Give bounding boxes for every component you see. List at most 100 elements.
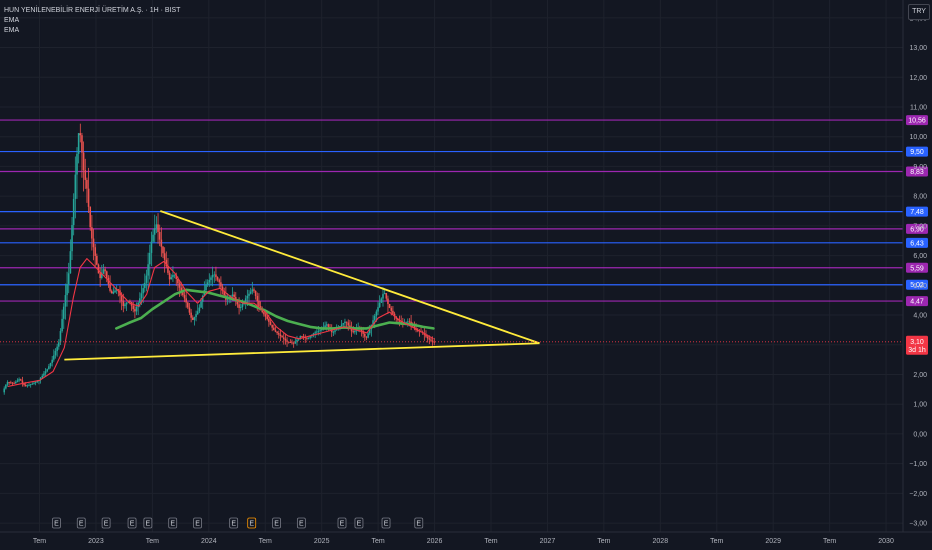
candle-body [89,206,92,228]
currency-button[interactable]: TRY [908,4,930,20]
candle-body [210,277,212,280]
candle-body [173,274,176,276]
price-tick-label: −1,00 [909,461,927,468]
candle-body [233,294,235,298]
candle-body [59,331,62,343]
candle-body [162,246,164,254]
candle-body [53,355,55,360]
earnings-marker-label: E [357,521,362,528]
level-price-label: 10,56 [908,118,926,125]
candle-body [46,369,49,372]
candle-body [5,384,7,389]
time-tick-label: 2029 [765,538,781,545]
ema-legend-1[interactable]: EMA [4,16,180,26]
candle-body [150,241,153,253]
earnings-marker-label: E [274,521,279,528]
earnings-marker[interactable]: E [101,517,111,529]
candle-body [96,255,98,265]
earnings-marker[interactable]: E [143,517,153,529]
time-tick-label: 2030 [878,538,894,545]
candle-body [205,284,207,291]
candle-body [380,298,383,303]
earnings-marker[interactable]: E [52,517,61,529]
earnings-marker[interactable]: E [193,517,202,529]
candle-body [279,334,282,337]
candle-body [31,383,34,385]
level-price-label: 4,47 [910,299,924,306]
earnings-marker[interactable]: E [168,517,178,529]
earnings-marker[interactable]: E [247,517,257,529]
chart-background [0,0,932,550]
earnings-marker[interactable]: E [76,517,86,529]
candle-body [249,291,252,294]
candle-body [268,318,270,322]
candle-body [122,300,125,307]
candle-body [92,238,95,248]
candle-body [76,153,78,175]
candle-body [256,295,259,302]
candle-body [82,152,85,171]
candle-body [19,379,22,381]
time-tick-label: Tem [372,538,385,545]
candle-body [139,298,141,303]
candle-body [170,277,173,280]
earnings-marker[interactable]: E [354,517,364,529]
candle-body [14,381,17,384]
candle-body [307,337,310,339]
candle-body [71,225,73,252]
earnings-marker[interactable]: E [272,517,281,529]
candle-body [286,340,288,342]
candle-body [29,384,32,386]
candle-body [276,331,278,334]
earnings-marker-label: E [384,521,389,528]
candle-body [433,341,436,343]
candle-body [213,274,216,276]
candle-body [296,339,298,342]
candle-body [94,247,96,256]
ema-legend-2[interactable]: EMA [4,26,180,36]
candle-body [48,366,50,370]
candle-body [142,288,144,294]
candle-body [158,231,161,240]
candle-body [190,312,192,318]
candle-body [377,307,379,312]
candle-body [218,279,221,283]
earnings-marker[interactable]: E [127,517,137,529]
candle-body [387,298,389,305]
candle-body [282,337,285,339]
price-chart[interactable]: 10,569,508,837,486,906,435,595,024,47 14… [0,0,932,550]
candle-body [51,359,53,363]
earnings-marker[interactable]: E [414,517,424,529]
candle-body [291,342,293,344]
time-tick-label: Tem [33,538,46,545]
candle-body [378,302,381,308]
candle-body [69,251,72,274]
time-tick-label: 2025 [314,538,330,545]
price-tick-label: 1,00 [913,402,927,409]
earnings-marker-label: E [79,521,84,528]
candle-body [41,375,44,378]
candle-body [160,239,163,247]
price-tick-label: 12,00 [909,75,927,82]
candle-body [72,198,75,226]
price-tick-label: 0,00 [913,431,927,438]
earnings-marker[interactable]: E [337,517,347,529]
earnings-marker[interactable]: E [381,517,391,529]
price-tick-label: 8,00 [913,194,927,201]
candle-body [79,133,82,136]
candle-body [24,384,27,387]
earnings-marker[interactable]: E [229,517,239,529]
candle-body [109,284,111,291]
candle-body [367,333,369,338]
candle-body [206,282,209,285]
symbol-title[interactable]: HUN YENİLENEBİLİR ENERJİ ÜRETİM A.Ş. · 1… [4,6,180,16]
candle-body [67,273,70,285]
candle-body [147,264,149,276]
candle-body [211,274,214,278]
level-price-label: 6,43 [910,240,924,247]
candle-body [6,382,9,385]
candle-body [153,228,156,235]
time-tick-label: Tem [823,538,836,545]
earnings-marker-label: E [195,521,200,528]
earnings-marker[interactable]: E [296,517,306,529]
